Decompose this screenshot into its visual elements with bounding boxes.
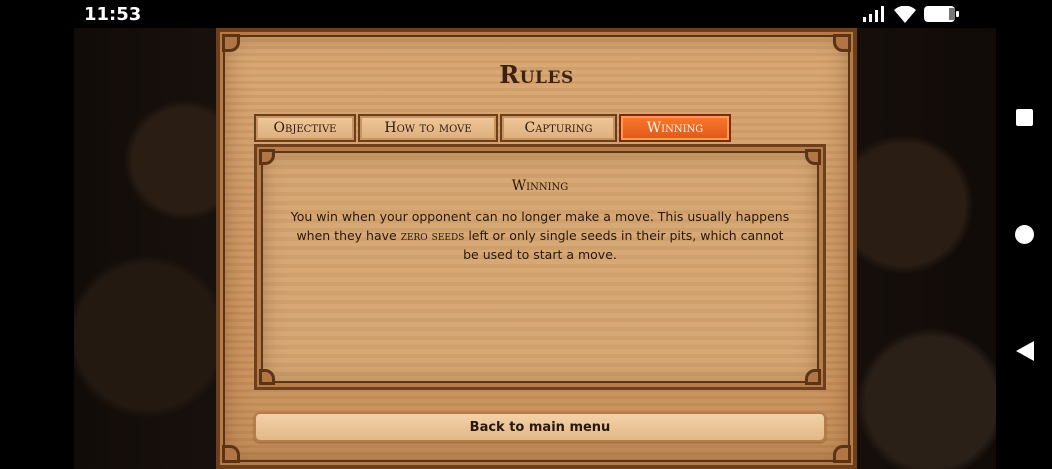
content-corner-ornament — [259, 149, 275, 165]
signal-icon — [863, 6, 884, 22]
content-heading: Winning — [511, 178, 569, 194]
home-button[interactable] — [1015, 225, 1034, 244]
back-to-main-menu-button[interactable]: Back to main menu — [254, 412, 826, 442]
content-body-highlight: zero seeds — [400, 228, 465, 243]
battery-icon — [924, 6, 959, 22]
status-clock: 11:53 — [84, 4, 142, 25]
page-title: Rules — [499, 60, 574, 89]
tab-objective[interactable]: Objective — [254, 114, 356, 142]
wifi-icon — [894, 5, 916, 23]
panel-corner-ornament — [833, 34, 851, 52]
status-icons — [862, 5, 960, 23]
panel-corner-ornament — [833, 445, 851, 463]
rules-panel: Rules Objective How to move Capturing Wi… — [216, 28, 857, 469]
recent-apps-button[interactable] — [1016, 109, 1033, 126]
rules-content-box: Winning You win when your opponent can n… — [254, 144, 826, 390]
panel-corner-ornament — [222, 34, 240, 52]
tab-winning[interactable]: Winning — [619, 114, 731, 142]
tab-how-to-move[interactable]: How to move — [358, 114, 498, 142]
content-body: You win when your opponent can no longer… — [287, 207, 793, 264]
panel-corner-ornament — [222, 445, 240, 463]
content-corner-ornament — [805, 369, 821, 385]
back-button[interactable] — [1016, 341, 1034, 361]
tab-capturing[interactable]: Capturing — [500, 114, 617, 142]
screen: 11:53 Rules Objective How to move Captur… — [0, 0, 1052, 469]
content-corner-ornament — [259, 369, 275, 385]
content-corner-ornament — [805, 149, 821, 165]
content-body-text-end: left or only single seeds in their pits,… — [463, 228, 784, 262]
